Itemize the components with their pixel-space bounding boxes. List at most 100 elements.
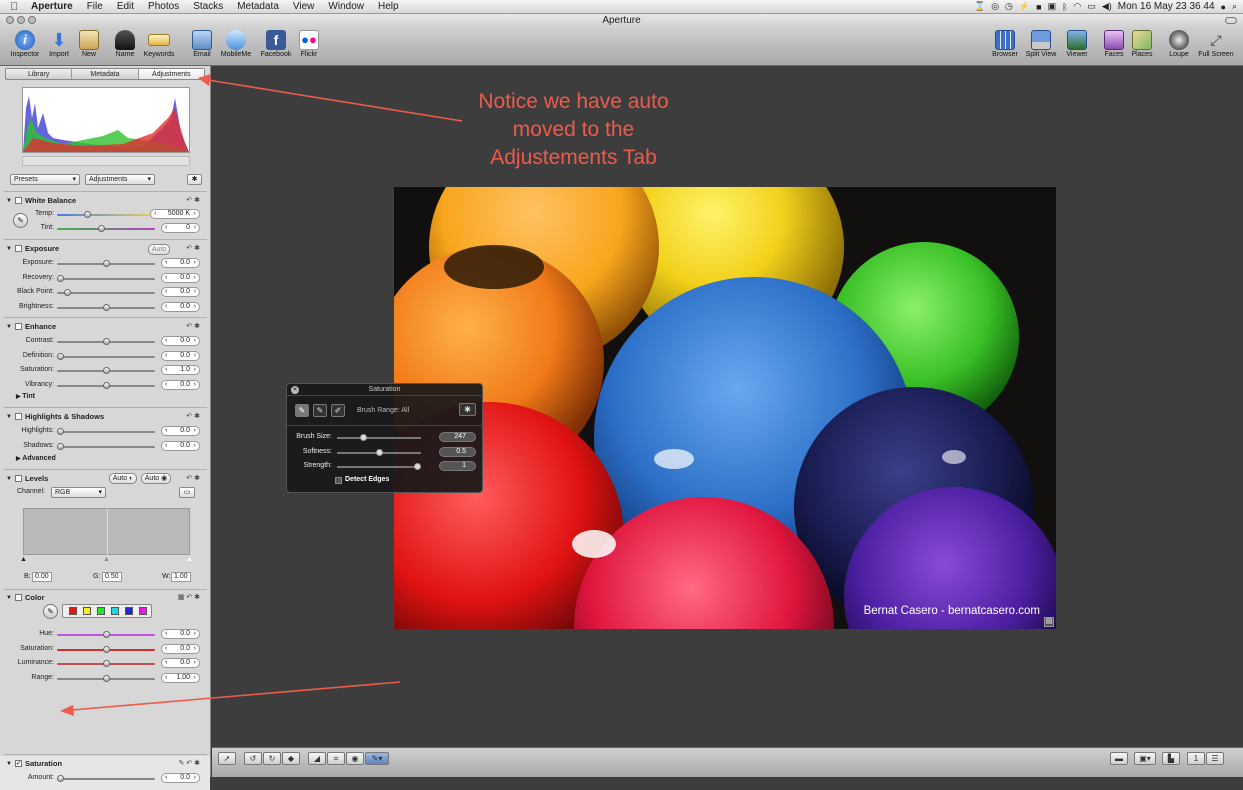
- time-machine-icon[interactable]: ◷: [1005, 1, 1013, 12]
- definition-value[interactable]: 0.0: [161, 350, 200, 361]
- gear-icon[interactable]: ✱: [194, 475, 200, 482]
- menu-file[interactable]: File: [80, 1, 110, 12]
- toolbar-toggle-button[interactable]: [1225, 17, 1237, 24]
- levels-header[interactable]: ▼ Levels: [6, 474, 48, 483]
- w-input[interactable]: 1.00: [171, 572, 191, 582]
- tint-slider[interactable]: [57, 225, 155, 232]
- exposure-value[interactable]: 0.0: [161, 258, 200, 268]
- amount-slider-knob[interactable]: [57, 775, 64, 782]
- user-icon[interactable]: ●: [1221, 2, 1226, 12]
- mobileme-button[interactable]: MobileMe: [217, 30, 255, 58]
- viewer-button[interactable]: Viewer: [1062, 30, 1092, 58]
- color-swatch[interactable]: [139, 607, 147, 615]
- gamma-handle[interactable]: ▲: [103, 556, 110, 563]
- contrast-value[interactable]: 0.0: [161, 336, 200, 346]
- contrast-slider-knob[interactable]: [102, 338, 110, 345]
- feather-tool-button[interactable]: ✎: [313, 404, 327, 417]
- color-header[interactable]: ▼ Color: [6, 593, 45, 602]
- color-range-slider[interactable]: [57, 674, 155, 682]
- power-icon[interactable]: ⚡: [1019, 1, 1030, 12]
- facebook-button[interactable]: f Facebook: [257, 30, 295, 58]
- black-point-slider[interactable]: [57, 289, 155, 296]
- brush-icon[interactable]: ✎: [178, 760, 184, 767]
- detect-edges-checkbox[interactable]: [335, 477, 342, 484]
- close-window-button[interactable]: [6, 16, 14, 24]
- keywords-button[interactable]: Keywords: [141, 30, 177, 58]
- hud-brush-size-slider-knob[interactable]: [360, 434, 368, 441]
- tint-disclosure[interactable]: ▶ Tint: [16, 393, 35, 400]
- reset-icon[interactable]: ↶: [186, 245, 192, 252]
- hud-brush-size-slider[interactable]: [337, 434, 421, 441]
- enhance-header[interactable]: ▼ Enhance: [6, 322, 56, 331]
- menu-app-name[interactable]: Aperture: [24, 1, 80, 12]
- levels-display-button[interactable]: ▭: [179, 487, 195, 498]
- recovery-value[interactable]: 0.0: [161, 272, 200, 283]
- split-view-button[interactable]: Split View: [1023, 30, 1059, 58]
- hud-close-button[interactable]: ✕: [291, 386, 299, 394]
- filmstrip-button[interactable]: ▙: [1162, 752, 1180, 765]
- shadows-slider-knob[interactable]: [57, 442, 64, 450]
- hud-softness-value[interactable]: 0.5: [439, 446, 476, 457]
- highlights-value[interactable]: 0.0: [161, 426, 200, 436]
- zoom-window-button[interactable]: [28, 16, 36, 24]
- volume-icon[interactable]: ◀): [1102, 1, 1112, 12]
- color-saturation-slider-knob[interactable]: [102, 645, 110, 653]
- tint-slider-knob[interactable]: [97, 225, 105, 232]
- b-input[interactable]: 0.00: [32, 572, 52, 582]
- rotate-left-button[interactable]: ↺: [244, 752, 262, 765]
- reset-icon[interactable]: ↶: [186, 760, 192, 767]
- white-point-handle[interactable]: ▲: [186, 556, 193, 563]
- amount-value[interactable]: 0.0: [161, 773, 200, 783]
- color-view-icon[interactable]: ▦: [178, 594, 185, 601]
- gear-icon[interactable]: ✱: [194, 594, 200, 601]
- eraser-tool-button[interactable]: ✐: [331, 404, 345, 417]
- tab-adjustments[interactable]: Adjustments: [138, 69, 204, 79]
- brush-tool-popup[interactable]: ✎▾: [365, 752, 389, 765]
- highlights-slider[interactable]: [57, 428, 155, 435]
- rotate-right-button[interactable]: ↻: [263, 752, 281, 765]
- hud-softness-slider[interactable]: [337, 448, 421, 456]
- amount-slider[interactable]: [57, 775, 155, 782]
- color-hue-value[interactable]: 0.0: [161, 629, 200, 639]
- crop-tool-button[interactable]: ⌗: [327, 752, 345, 765]
- lock-icon[interactable]: ■: [1036, 2, 1041, 12]
- highlights-shadows-checkbox[interactable]: [14, 413, 22, 420]
- wifi-icon[interactable]: ◠: [1073, 1, 1081, 12]
- hud-strength-value[interactable]: 1: [439, 461, 476, 471]
- main-photo[interactable]: Bernat Casero - bernatcasero.com ▤: [394, 187, 1056, 629]
- gear-icon[interactable]: ✱: [194, 245, 200, 252]
- hud-settings-button[interactable]: ✱: [459, 403, 476, 416]
- faces-button[interactable]: Faces: [1101, 30, 1127, 58]
- email-button[interactable]: Email: [189, 30, 215, 58]
- definition-slider-knob[interactable]: [57, 352, 64, 360]
- levels-checkbox[interactable]: [14, 475, 22, 482]
- hud-strength-slider-knob[interactable]: [414, 463, 421, 470]
- color-checkbox[interactable]: [14, 594, 22, 601]
- list-view-button[interactable]: ☰: [1206, 752, 1224, 765]
- advanced-disclosure[interactable]: ▶ Advanced: [16, 455, 56, 462]
- exposure-auto-button[interactable]: Auto: [148, 244, 170, 255]
- recovery-slider-knob[interactable]: [57, 274, 64, 282]
- reset-icon[interactable]: ↶: [186, 413, 192, 420]
- saturation-checkbox[interactable]: ✓: [14, 760, 22, 767]
- contrast-slider[interactable]: [57, 338, 155, 345]
- lift-tool-button[interactable]: ◆: [282, 752, 300, 765]
- browser-button[interactable]: Browser: [989, 30, 1021, 58]
- apple-icon[interactable]: : [10, 1, 24, 13]
- saturation-header[interactable]: ▼ ✓ Saturation: [6, 759, 62, 768]
- definition-slider[interactable]: [57, 352, 155, 360]
- color-swatch[interactable]: [97, 607, 105, 615]
- red-eye-tool-button[interactable]: ◉: [346, 752, 364, 765]
- exposure-slider-knob[interactable]: [102, 260, 110, 267]
- name-button[interactable]: Name: [112, 30, 138, 58]
- g-input[interactable]: 0.50: [102, 572, 122, 582]
- color-luminance-slider[interactable]: [57, 660, 155, 667]
- brightness-slider[interactable]: [57, 303, 155, 311]
- highlights-slider-knob[interactable]: [57, 428, 64, 435]
- levels-histogram[interactable]: [23, 508, 190, 556]
- highlights-shadows-header[interactable]: ▼ Highlights & Shadows: [6, 412, 104, 421]
- bluetooth-icon[interactable]: ᛒ: [1062, 2, 1067, 12]
- brush-tool-button[interactable]: ✎: [295, 404, 309, 417]
- vibrancy-slider-knob[interactable]: [102, 381, 110, 389]
- menu-stacks[interactable]: Stacks: [186, 1, 230, 12]
